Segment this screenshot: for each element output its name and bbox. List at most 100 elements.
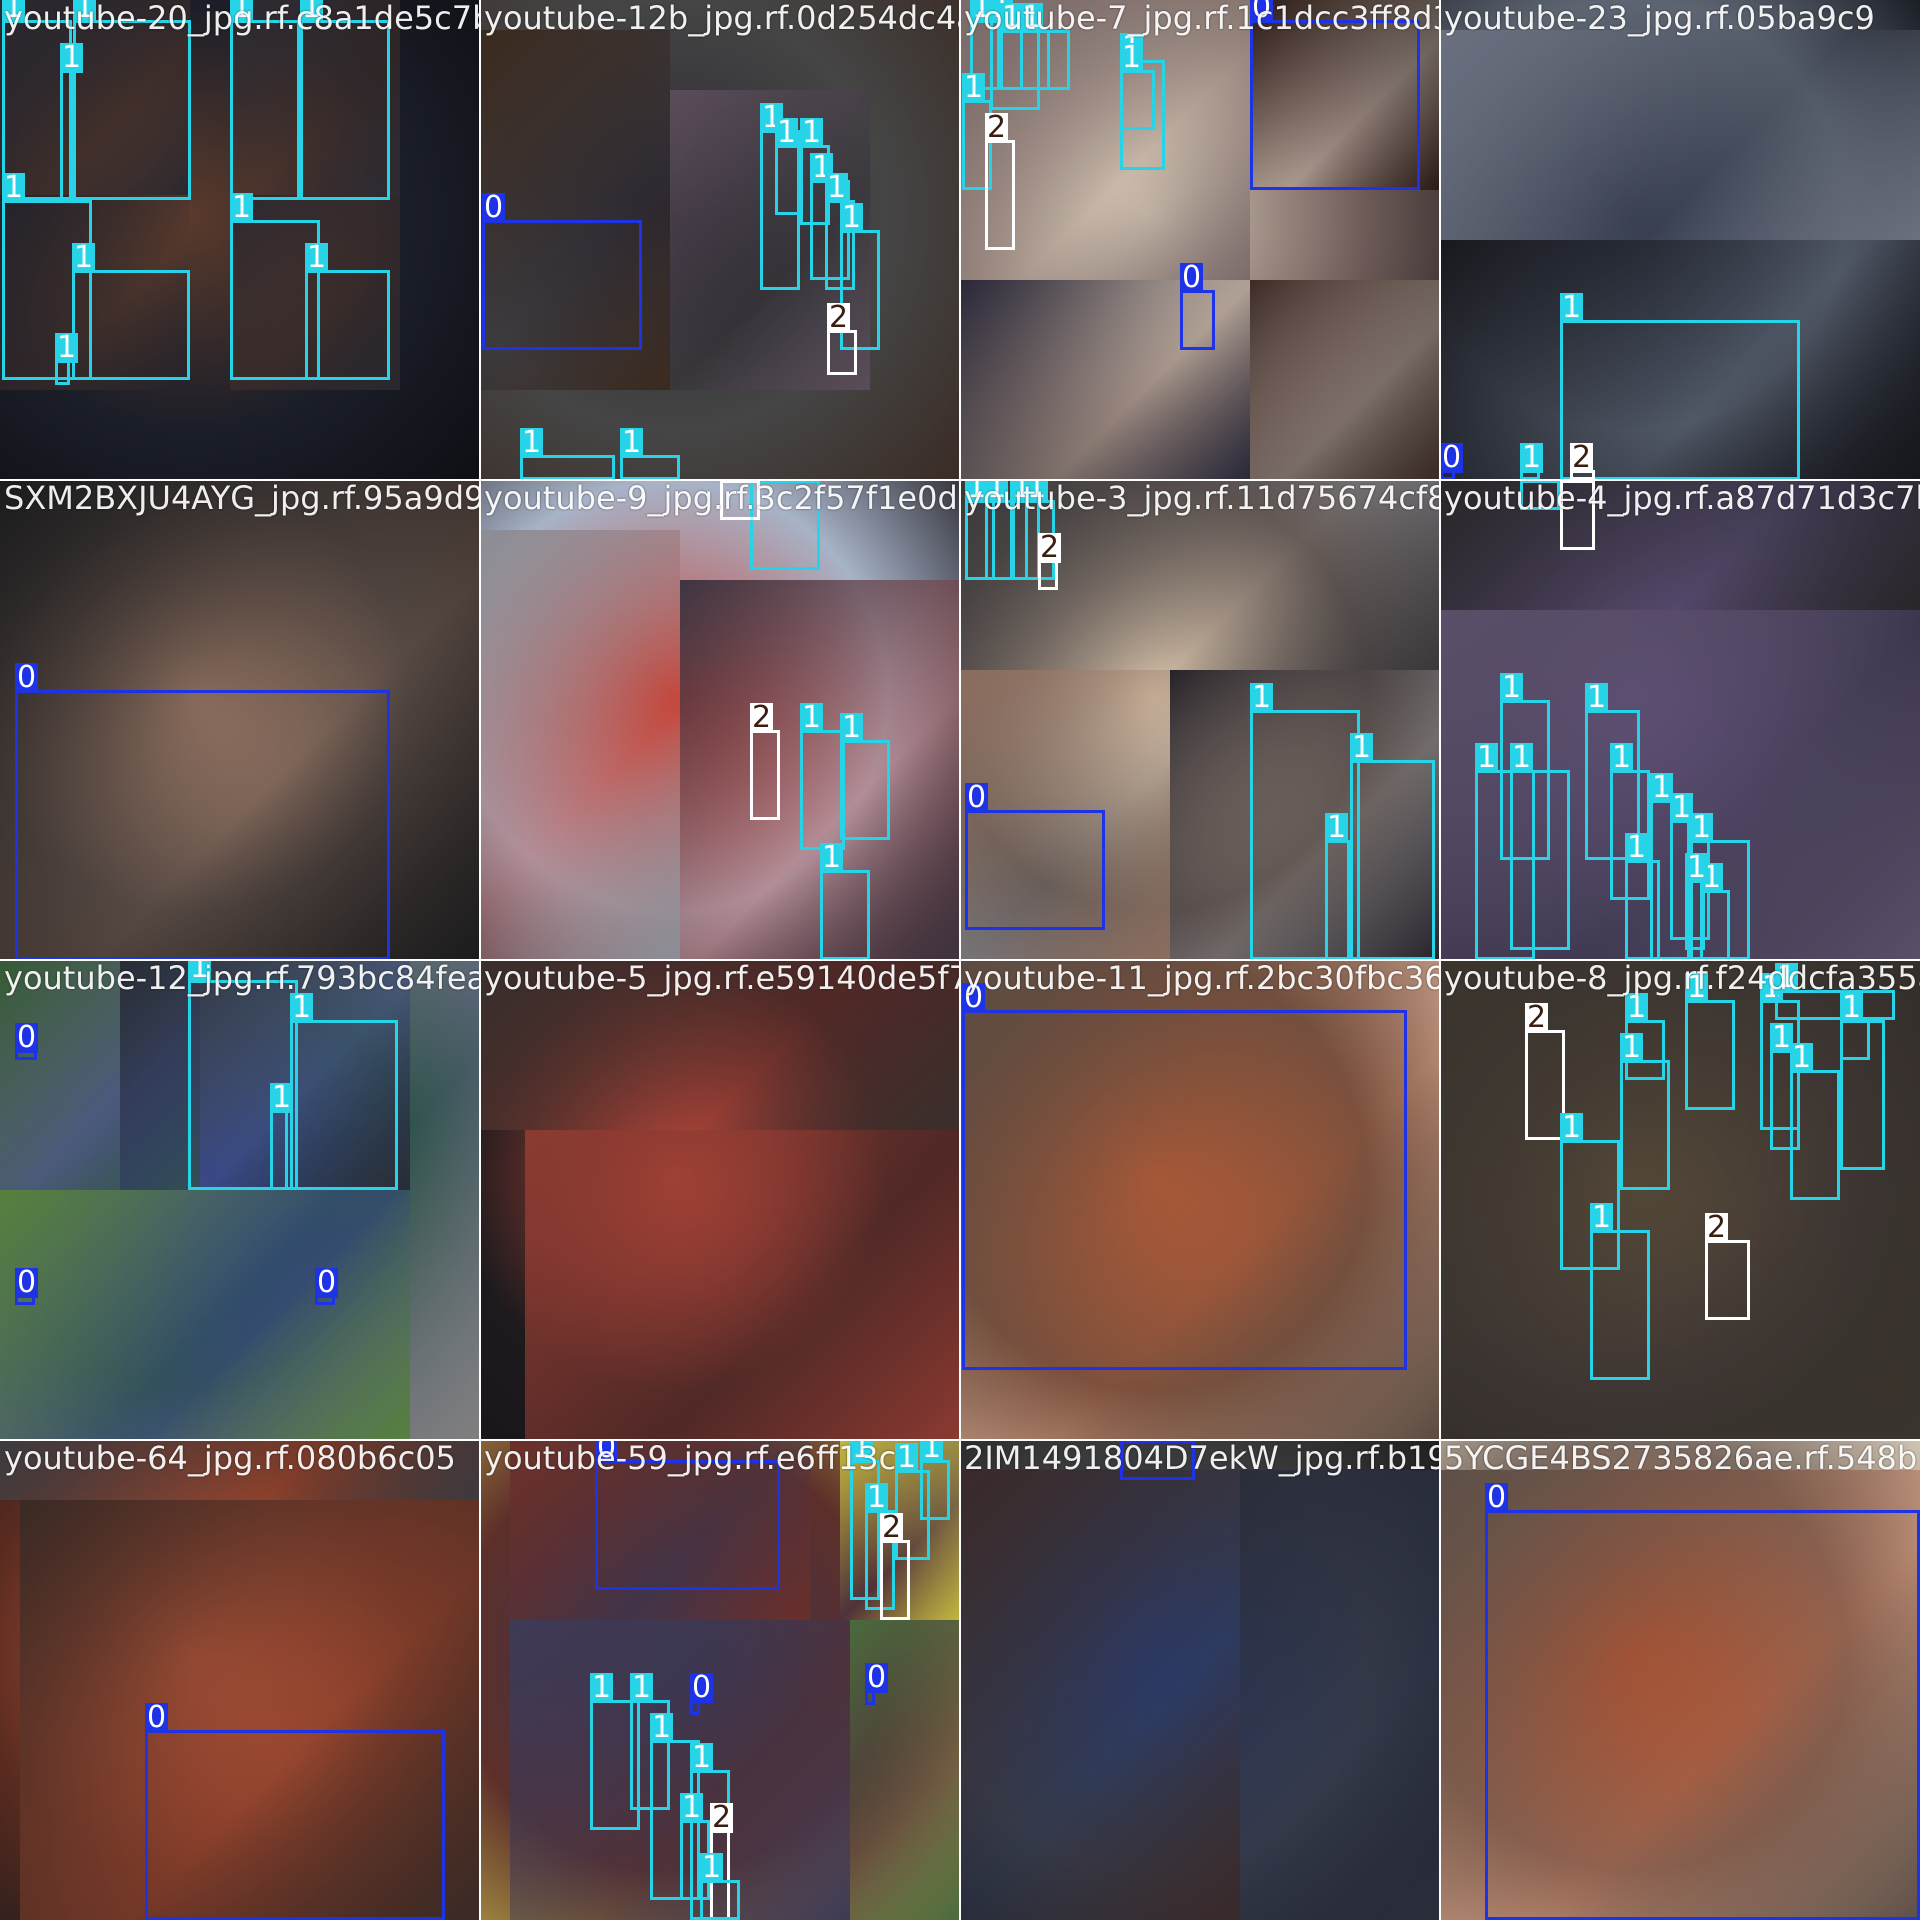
box-class-label: 1 xyxy=(825,170,849,205)
box-class-label: 1 xyxy=(700,1850,724,1885)
bounding-box-class-1: 1 xyxy=(60,43,84,200)
mosaic-tile: 111121110youtube-3_jpg.rf.11d75674cf8ad3 xyxy=(960,480,1440,960)
box-class-label: 0 xyxy=(1180,260,1204,295)
bounding-box-class-1: 1 xyxy=(750,480,820,570)
box-class-label: 1 xyxy=(55,330,79,365)
box-class-label: 1 xyxy=(1775,960,1799,995)
box-class-label: 0 xyxy=(482,190,506,225)
box-class-label: 1 xyxy=(1590,1200,1614,1235)
box-class-label: 0 xyxy=(1250,0,1274,23)
bounding-box-class-1: 1 xyxy=(1350,733,1435,960)
photo-fragment xyxy=(1240,1470,1440,1920)
bounding-box-class-1: 1 xyxy=(800,703,845,850)
bounding-box-class-1: 1 xyxy=(230,0,300,200)
photo-fragment xyxy=(960,1470,1240,1920)
bounding-box-class-2: 2 xyxy=(750,703,780,820)
box-class-label: 1 xyxy=(230,190,254,225)
mosaic-tile: youtube-5_jpg.rf.e59140de5f7b83bc8e587d1… xyxy=(480,960,960,1440)
box-class-label: 1 xyxy=(1625,830,1649,865)
box-class-label: 1 xyxy=(840,710,864,745)
grid-divider xyxy=(1439,0,1441,1920)
bounding-box-class-1: 1 xyxy=(620,428,680,480)
box-class-label: 1 xyxy=(620,425,644,460)
bounding-box-class-1: 1 xyxy=(270,1083,294,1190)
box-class-label: 1 xyxy=(985,480,1009,503)
bounding-box-class-1: 1 xyxy=(1840,993,1885,1170)
mosaic-tile: 0 youtube-64_jpg.rf.080b6c05 xyxy=(0,1440,480,1920)
bounding-box-class-0: 0 xyxy=(482,193,642,350)
mosaic-tile: 02IM1491804D7ekW_jpg.rf.b195 xyxy=(960,1440,1440,1920)
photo-fragment xyxy=(1440,30,1920,240)
bounding-box-class-1: 1 xyxy=(1325,813,1350,960)
box-class-label: 1 xyxy=(962,70,986,105)
box-class-label: 2 xyxy=(710,1800,734,1835)
photo-fragment xyxy=(480,960,960,1130)
grid-divider xyxy=(0,959,1920,961)
photo-fragment xyxy=(1250,280,1440,480)
bounding-box-class-1: 1 xyxy=(1685,973,1735,1110)
box-class-label: 1 xyxy=(305,240,329,275)
bounding-box-class-1: 1 xyxy=(820,843,870,960)
bounding-box-class-1: 1 xyxy=(290,993,398,1190)
box-class-label: 1 xyxy=(690,1740,714,1775)
box-class-label: 2 xyxy=(827,300,851,335)
box-class-label: 1 xyxy=(1025,480,1049,503)
bounding-box-class-1: 1 xyxy=(520,428,615,480)
mosaic-tile: 0111111211youtube-12b_jpg.rf.0d254dc4a1e… xyxy=(480,0,960,480)
box-class-label: 2 xyxy=(750,700,774,735)
box-class-label: 1 xyxy=(1350,730,1374,765)
box-class-label: 0 xyxy=(15,1265,39,1300)
box-class-label: 0 xyxy=(690,1670,714,1705)
bounding-box-class-1: 1 xyxy=(72,243,190,380)
bounding-box-class-1: 1 xyxy=(1020,3,1070,90)
bounding-box-class-0: 0 xyxy=(1120,1440,1195,1480)
bounding-box-class-1: 1 xyxy=(1510,743,1570,950)
box-class-label: 1 xyxy=(1610,740,1634,775)
bounding-box-class-1: 1 xyxy=(1560,293,1800,480)
box-class-label: 1 xyxy=(60,40,84,75)
box-class-label: 1 xyxy=(188,960,212,983)
bounding-box-class-0: 0 xyxy=(1250,0,1420,190)
box-class-label: 1 xyxy=(2,170,26,205)
box-class-label: 1 xyxy=(1020,0,1044,35)
box-class-label: 2 xyxy=(1038,530,1062,565)
box-class-label: 1 xyxy=(630,1670,654,1705)
box-class-label: 1 xyxy=(590,1670,614,1705)
bounding-box-class-2: 2 xyxy=(720,480,760,520)
bounding-box-class-1: 1 xyxy=(700,1853,740,1920)
box-class-label: 1 xyxy=(1120,40,1144,75)
box-class-label: 1 xyxy=(650,1710,674,1745)
box-class-label: 1 xyxy=(1520,440,1544,475)
mosaic-tile: 0SXM2BXJU4AYG_jpg.rf.95a9d9868e3f3c48fbd… xyxy=(0,480,480,960)
photo-fragment xyxy=(1440,480,1920,610)
mosaic-tile: 0youtube-11_jpg.rf.2bc30fbc36ef157055d5 xyxy=(960,960,1440,1440)
bounding-box-class-1: 1 xyxy=(73,0,191,200)
box-class-label: 1 xyxy=(1500,670,1524,705)
box-class-label: 1 xyxy=(1560,1110,1584,1145)
bounding-box-class-1: 1 xyxy=(55,333,79,385)
bounding-box-class-2: 2 xyxy=(1038,533,1062,590)
mosaic-tile: 0 1 1 1 1 2 1 1 1 1 2 1 1 0 0 youtube-59_jpg.rf.e6ff13c xyxy=(480,1440,960,1920)
box-class-label: 2 xyxy=(880,1510,904,1545)
box-class-label: 0 xyxy=(965,780,989,815)
mosaic-tile: 1111111111youtube-20_jpg.rf.c8a1de5c7b20… xyxy=(0,0,480,480)
bounding-box-class-0: 0 xyxy=(15,1268,39,1305)
box-class-label: 1 xyxy=(1325,810,1349,845)
box-class-label: 1 xyxy=(1585,680,1609,715)
mosaic-tile: 2111111111121youtube-8_jpg.rf.f24ddcfa35… xyxy=(1440,960,1920,1440)
bounding-box-class-1: 1 xyxy=(1625,833,1660,960)
photo-fragment xyxy=(525,1130,960,1440)
box-class-label: 1 xyxy=(72,240,96,275)
box-class-label: 1 xyxy=(520,425,544,460)
box-class-label: 1 xyxy=(1625,990,1649,1025)
box-class-label: 1 xyxy=(1685,970,1709,1005)
bounding-box-class-1: 1 xyxy=(1520,480,1560,510)
box-class-label: 1 xyxy=(820,840,844,875)
box-class-label: 1 xyxy=(865,1480,889,1515)
bounding-box-class-0: 0 xyxy=(865,1663,889,1705)
mosaic-tile: 1 1 2 0 youtube-23_jpg.rf.05ba9c9 xyxy=(1440,0,1920,480)
box-class-label: 0 xyxy=(1440,440,1464,475)
box-class-label: 1 xyxy=(1475,740,1499,775)
bounding-box-class-2: 2 xyxy=(1705,1213,1750,1320)
box-class-label: 1 xyxy=(230,0,254,23)
